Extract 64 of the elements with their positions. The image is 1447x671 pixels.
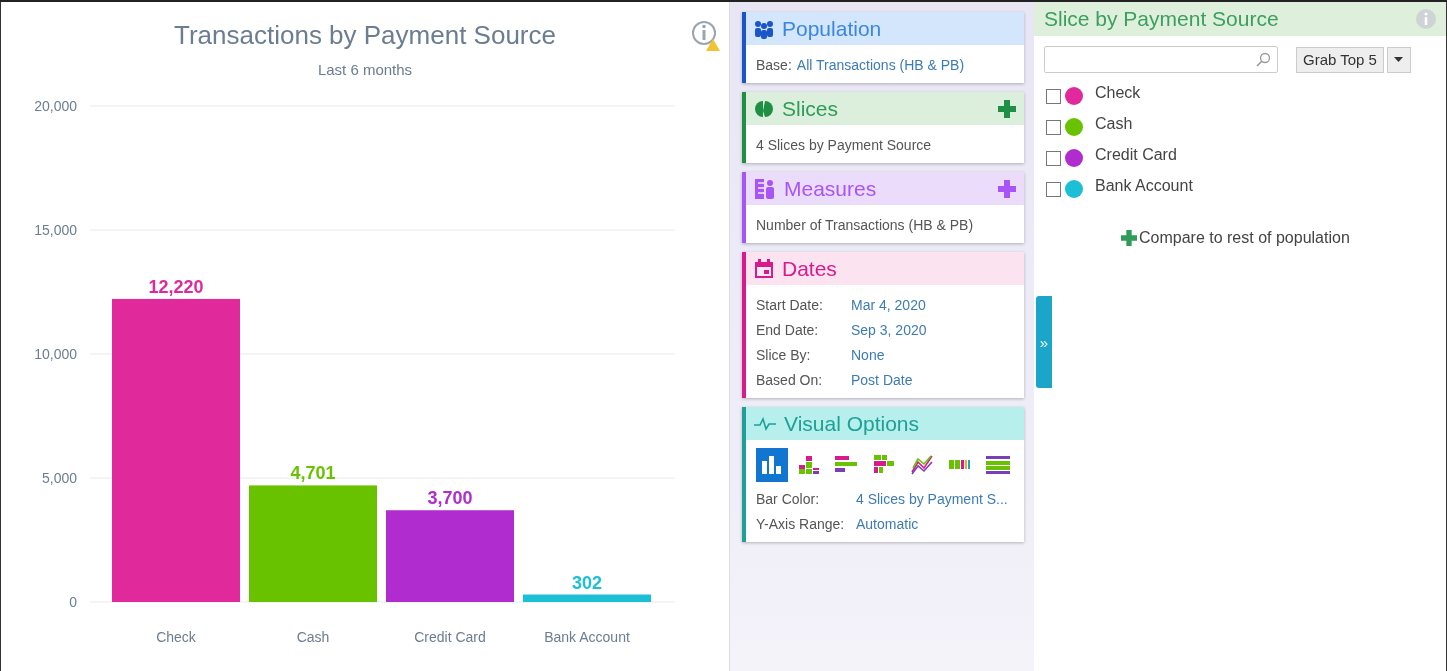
field-value[interactable]: Mar 4, 2020 bbox=[851, 297, 926, 313]
field-label: Y-Axis Range: bbox=[756, 516, 846, 532]
checkbox[interactable] bbox=[1046, 88, 1061, 104]
data-label: 3,700 bbox=[427, 488, 473, 509]
slice-label: Check bbox=[1095, 84, 1141, 102]
field-label: Slice By: bbox=[756, 347, 812, 363]
row-bars-icon bbox=[985, 453, 1012, 477]
field-label: Number of Transactions (HB & PB) bbox=[756, 217, 974, 233]
search-field[interactable] bbox=[1044, 46, 1278, 73]
field-label: Start Date: bbox=[756, 297, 824, 313]
category-label: Check bbox=[156, 629, 196, 645]
category-label: Cash bbox=[296, 629, 330, 645]
search-icon bbox=[1255, 51, 1271, 68]
field-label: Based On: bbox=[756, 372, 824, 388]
card-title: Measures bbox=[784, 176, 878, 201]
info-warning-icon[interactable] bbox=[691, 20, 721, 52]
field-value[interactable]: Sep 3, 2020 bbox=[851, 322, 927, 338]
field-value[interactable]: Post Date bbox=[851, 372, 913, 388]
field-value[interactable]: None bbox=[851, 347, 885, 363]
plus-icon[interactable] bbox=[998, 179, 1016, 198]
chart-title: Transactions by Payment Source bbox=[174, 20, 556, 51]
field-label: 4 Slices by Payment Source bbox=[756, 137, 932, 153]
pie-icon bbox=[754, 98, 774, 119]
chart-subtitle: Last 6 months bbox=[317, 61, 413, 78]
data-label: 4,701 bbox=[290, 463, 336, 484]
field-value[interactable]: All Transactions (HB & PB) bbox=[796, 57, 965, 73]
calendar-icon bbox=[754, 258, 774, 279]
field-label: Bar Color: bbox=[756, 491, 821, 507]
chart-type-button[interactable] bbox=[756, 448, 788, 482]
expand-tab[interactable]: » bbox=[1036, 296, 1052, 388]
card-title: Visual Options bbox=[784, 411, 921, 436]
field-value[interactable]: 4 Slices by Payment S... bbox=[856, 491, 1008, 507]
card-title: Slices bbox=[782, 96, 840, 121]
axis-tick-label: 10,000 bbox=[34, 346, 77, 362]
compare-link[interactable]: Compare to rest of population bbox=[1121, 229, 1350, 247]
people-icon bbox=[754, 18, 774, 39]
dropdown-button[interactable] bbox=[1386, 46, 1411, 73]
ruler-person-icon bbox=[754, 177, 776, 200]
axis-tick-label: 0 bbox=[69, 594, 77, 610]
data-label: 302 bbox=[572, 572, 602, 593]
axis-tick-label: 5,000 bbox=[41, 470, 77, 486]
checkbox[interactable] bbox=[1046, 150, 1061, 166]
plus-icon bbox=[1121, 230, 1137, 246]
data-label: 12,220 bbox=[148, 276, 204, 297]
axis-tick-label: 20,000 bbox=[34, 98, 77, 114]
card-title: Population bbox=[782, 16, 883, 41]
caret-icon bbox=[1394, 57, 1404, 62]
field-label: End Date: bbox=[756, 322, 820, 338]
slice-label: Credit Card bbox=[1095, 146, 1177, 164]
slice-label: Bank Account bbox=[1095, 177, 1193, 195]
pulse-icon bbox=[754, 416, 776, 431]
checkbox[interactable] bbox=[1046, 181, 1061, 197]
checkbox[interactable] bbox=[1046, 119, 1061, 135]
plus-icon[interactable] bbox=[998, 99, 1016, 118]
field-label: Base: bbox=[756, 57, 792, 73]
category-label: Bank Account bbox=[544, 629, 630, 645]
category-label: Credit Card bbox=[414, 629, 486, 645]
grab-top-button[interactable]: Grab Top 5 bbox=[1296, 46, 1384, 73]
card-title: Dates bbox=[782, 256, 838, 281]
slice-label: Cash bbox=[1095, 115, 1133, 133]
line-chart-icon bbox=[909, 453, 936, 477]
field-value[interactable]: Automatic bbox=[856, 516, 919, 532]
panel-title: Slice by Payment Source bbox=[1044, 7, 1279, 31]
axis-tick-label: 15,000 bbox=[34, 222, 77, 238]
